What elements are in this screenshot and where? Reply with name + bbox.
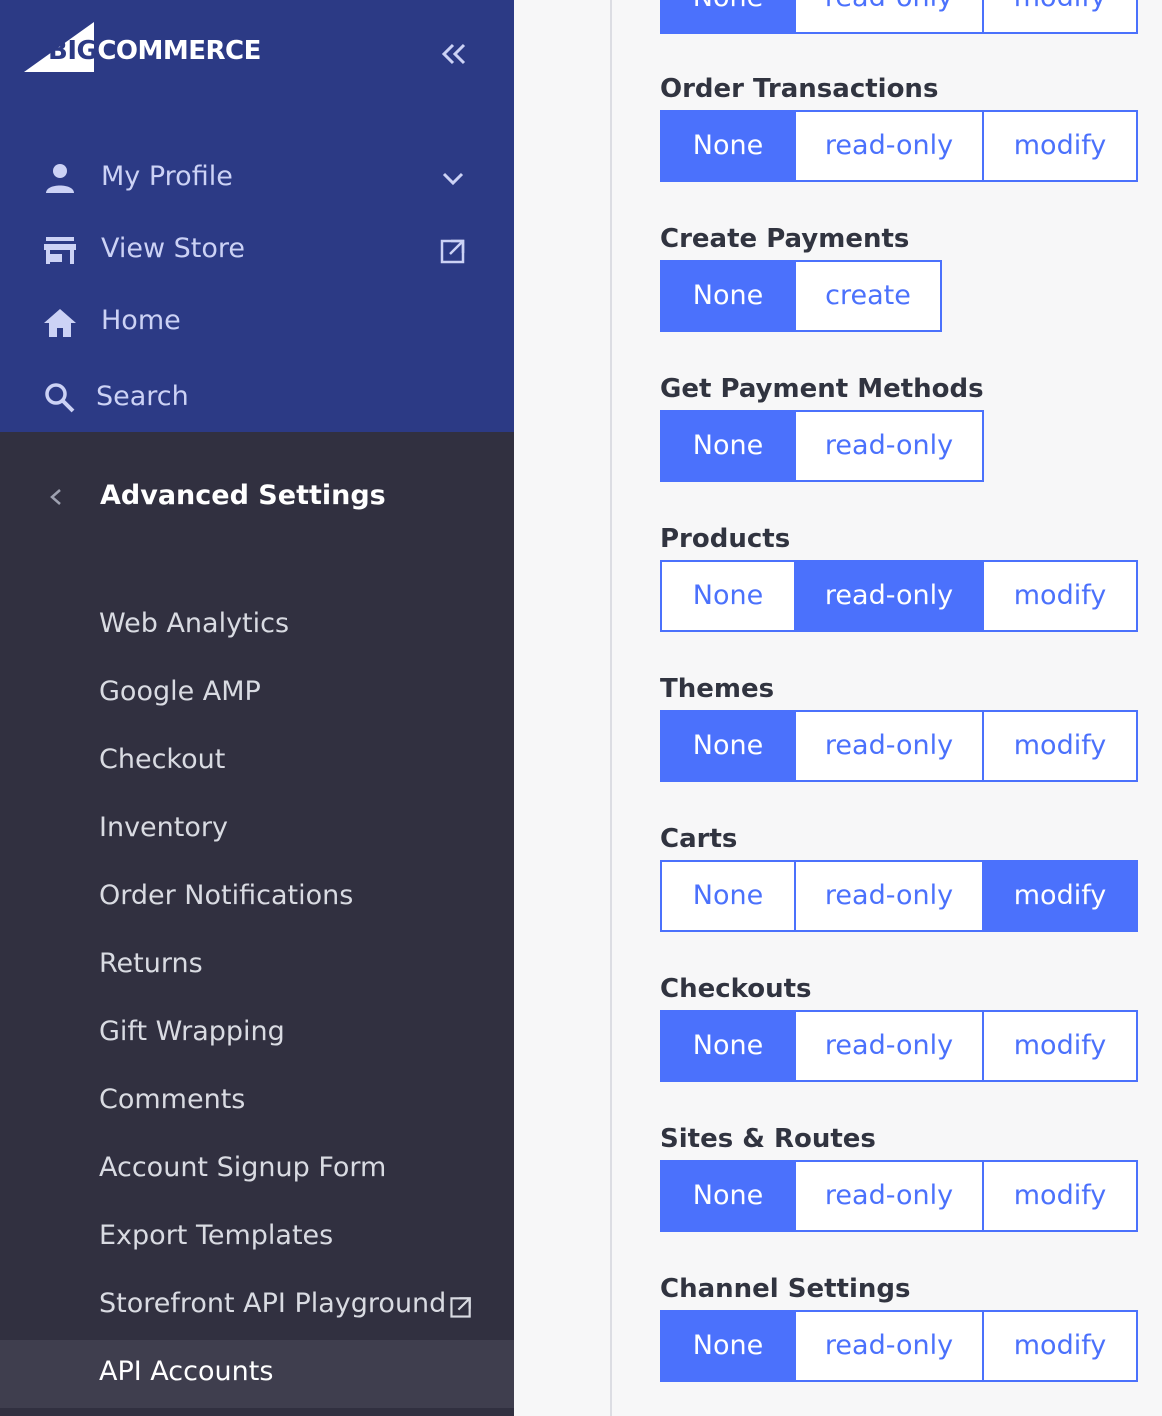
sidebar-item-label: Google AMP — [99, 676, 261, 707]
option-none[interactable]: None — [662, 862, 794, 930]
content-divider — [610, 0, 612, 1416]
sidebar-item-label: Returns — [99, 948, 203, 979]
option-none[interactable]: None — [662, 0, 794, 32]
option-read-only[interactable]: read-only — [794, 0, 982, 32]
permission-segmented-control: None read-only modify — [660, 860, 1138, 932]
permission-segmented-control: None read-only modify — [660, 110, 1138, 182]
sidebar-item-gift-wrapping[interactable]: Gift Wrapping — [0, 1000, 514, 1068]
back-chevron-icon[interactable] — [44, 482, 68, 512]
sidebar-item-order-notifications[interactable]: Order Notifications — [0, 864, 514, 932]
option-modify[interactable]: modify — [982, 1012, 1136, 1080]
option-none[interactable]: None — [662, 112, 794, 180]
option-modify[interactable]: modify — [982, 712, 1136, 780]
option-modify[interactable]: modify — [982, 862, 1136, 930]
bigcommerce-logo[interactable]: BIGCOMMERCE — [24, 22, 264, 74]
option-modify[interactable]: modify — [982, 112, 1136, 180]
option-create[interactable]: create — [794, 262, 940, 330]
sidebar-item-label: Comments — [99, 1084, 246, 1115]
option-read-only[interactable]: read-only — [794, 112, 982, 180]
option-modify[interactable]: modify — [982, 1312, 1136, 1380]
sidebar-item-label: Inventory — [99, 812, 228, 843]
permission-segmented-control: None read-only modify — [660, 1310, 1138, 1382]
nav-label: View Store — [101, 233, 246, 264]
permission-title: Sites & Routes — [660, 1124, 876, 1154]
collapse-sidebar-button[interactable] — [438, 38, 470, 70]
permission-title: Checkouts — [660, 974, 812, 1004]
nav-label: My Profile — [101, 161, 233, 192]
double-chevron-left-icon — [441, 43, 466, 65]
nav-label: Home — [101, 305, 181, 336]
sidebar-item-label: Checkout — [99, 744, 226, 775]
permission-title: Carts — [660, 824, 738, 854]
option-read-only[interactable]: read-only — [794, 1012, 982, 1080]
nav-view-store[interactable]: View Store — [0, 220, 514, 280]
section-title: Advanced Settings — [100, 480, 386, 511]
sidebar-item-storefront-api-playground[interactable]: Storefront API Playground — [0, 1272, 514, 1340]
sidebar-item-export-templates[interactable]: Export Templates — [0, 1204, 514, 1272]
sidebar-item-label: Order Notifications — [99, 880, 354, 911]
chevron-down-icon — [442, 172, 464, 186]
permission-segmented-control: None read-only modify — [660, 560, 1138, 632]
permission-segmented-control: None read-only — [660, 410, 984, 482]
sidebar-item-api-accounts[interactable]: API Accounts — [0, 1340, 514, 1408]
user-icon — [46, 164, 74, 193]
option-read-only[interactable]: read-only — [794, 562, 982, 630]
external-link-icon — [440, 239, 465, 264]
sidebar-item-label: Account Signup Form — [99, 1152, 387, 1183]
option-read-only[interactable]: read-only — [794, 1162, 982, 1230]
option-none[interactable]: None — [662, 412, 794, 480]
option-modify[interactable]: modify — [982, 0, 1136, 32]
sidebar-item-account-signup-form[interactable]: Account Signup Form — [0, 1136, 514, 1204]
sidebar-item-returns[interactable]: Returns — [0, 932, 514, 1000]
permission-segmented-control: None read-only modify — [660, 710, 1138, 782]
option-none[interactable]: None — [662, 262, 794, 330]
option-modify[interactable]: modify — [982, 562, 1136, 630]
logo-big: BIG — [48, 36, 98, 66]
external-link-icon — [450, 1297, 471, 1318]
sidebar-item-label: API Accounts — [99, 1356, 274, 1387]
sidebar-item-comments[interactable]: Comments — [0, 1068, 514, 1136]
nav-home[interactable]: Home — [0, 292, 514, 352]
sidebar: BIGCOMMERCE My Profile View Store Home S… — [0, 0, 514, 1416]
nav-search[interactable]: Search — [0, 368, 514, 428]
sidebar-item-label: Export Templates — [99, 1220, 334, 1251]
sidebar-item-label: Gift Wrapping — [99, 1016, 285, 1047]
option-read-only[interactable]: read-only — [794, 412, 982, 480]
sidebar-header: BIGCOMMERCE My Profile View Store Home S… — [0, 0, 514, 432]
logo-commerce: COMMERCE — [97, 36, 261, 66]
option-none[interactable]: None — [662, 1162, 794, 1230]
option-modify[interactable]: modify — [982, 1162, 1136, 1230]
permission-segmented-control: None read-only modify — [660, 1010, 1138, 1082]
permission-title: Products — [660, 524, 791, 554]
sidebar-item-label: Web Analytics — [99, 608, 290, 639]
option-none[interactable]: None — [662, 712, 794, 780]
option-none[interactable]: None — [662, 562, 794, 630]
permission-segmented-control: None read-only modify — [660, 0, 1138, 34]
permission-segmented-control: None create — [660, 260, 942, 332]
store-icon — [44, 237, 76, 264]
sidebar-item-inventory[interactable]: Inventory — [0, 796, 514, 864]
permission-title: Order Transactions — [660, 74, 939, 104]
option-none[interactable]: None — [662, 1012, 794, 1080]
sidebar-item-web-analytics[interactable]: Web Analytics — [0, 592, 514, 660]
option-read-only[interactable]: read-only — [794, 862, 982, 930]
option-none[interactable]: None — [662, 1312, 794, 1380]
option-read-only[interactable]: read-only — [794, 712, 982, 780]
option-read-only[interactable]: read-only — [794, 1312, 982, 1380]
permission-segmented-control: None read-only modify — [660, 1160, 1138, 1232]
permission-title: Get Payment Methods — [660, 374, 984, 404]
sidebar-item-label: Storefront API Playground — [99, 1288, 447, 1319]
home-icon — [44, 309, 76, 337]
permission-title: Channel Settings — [660, 1274, 911, 1304]
sidebar-item-google-amp[interactable]: Google AMP — [0, 660, 514, 728]
nav-my-profile[interactable]: My Profile — [0, 148, 514, 208]
sidebar-item-checkout[interactable]: Checkout — [0, 728, 514, 796]
permission-title: Create Payments — [660, 224, 910, 254]
permission-title: Themes — [660, 674, 775, 704]
search-icon — [45, 383, 75, 413]
nav-label: Search — [96, 381, 189, 412]
